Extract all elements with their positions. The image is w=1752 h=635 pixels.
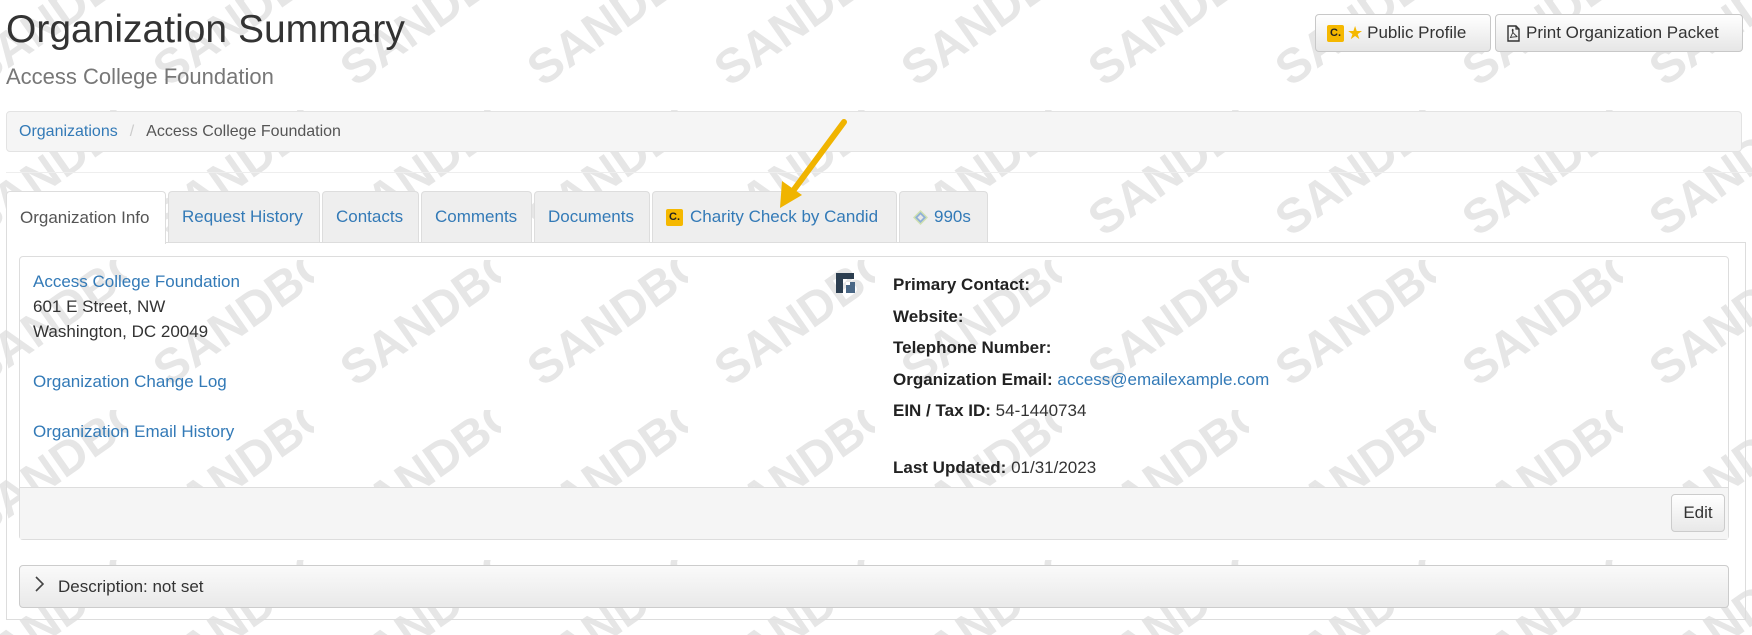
diamond-grid-icon xyxy=(913,209,928,225)
public-profile-label: Public Profile xyxy=(1367,23,1467,42)
foundation-logo-icon xyxy=(835,272,857,299)
print-packet-label: Print Organization Packet xyxy=(1526,23,1719,42)
organization-email-history-link[interactable]: Organization Email History xyxy=(33,419,240,444)
page-subtitle: Access College Foundation xyxy=(6,64,274,89)
last-updated-value: 01/31/2023 xyxy=(1011,457,1097,477)
description-label: Description: not set xyxy=(58,576,204,596)
card-footer: Edit xyxy=(20,487,1728,539)
address-line-1: 601 E Street, NW xyxy=(33,297,166,316)
organization-details: Primary Contact: Website: Telephone Numb… xyxy=(893,269,1269,483)
tab-organization-info[interactable]: Organization Info xyxy=(6,191,166,244)
tab-comments[interactable]: Comments xyxy=(421,191,532,242)
pdf-file-icon xyxy=(1507,24,1520,42)
organization-email-link[interactable]: access@emailexample.com xyxy=(1057,370,1269,389)
organization-change-log-link[interactable]: Organization Change Log xyxy=(33,369,240,394)
breadcrumb-organizations-link[interactable]: Organizations xyxy=(19,123,118,141)
organization-email-label: Organization Email: xyxy=(893,369,1053,389)
organization-address-block: Access College Foundation 601 E Street, … xyxy=(33,269,240,444)
last-updated-label: Last Updated: xyxy=(893,457,1007,477)
tab-label: 990s xyxy=(934,207,971,226)
description-accordion[interactable]: Description: not set xyxy=(19,565,1729,608)
tab-label: Comments xyxy=(435,207,518,226)
tab-documents[interactable]: Documents xyxy=(534,191,650,242)
breadcrumb: Organizations / Access College Foundatio… xyxy=(6,111,1742,152)
tab-990s[interactable]: 990s xyxy=(899,191,988,242)
chevron-right-icon xyxy=(34,576,52,597)
tab-request-history[interactable]: Request History xyxy=(168,191,320,242)
ein-label: EIN / Tax ID: xyxy=(893,401,991,420)
primary-contact-label: Primary Contact: xyxy=(893,275,1030,294)
candid-logo-icon: C. xyxy=(1327,24,1344,42)
divider xyxy=(6,172,1752,173)
tab-label: Charity Check by Candid xyxy=(690,207,879,226)
tab-label: Contacts xyxy=(336,207,404,226)
breadcrumb-current: Access College Foundation xyxy=(146,122,341,140)
organization-info-card: Access College Foundation 601 E Street, … xyxy=(19,256,1729,540)
print-organization-packet-button[interactable]: Print Organization Packet xyxy=(1495,14,1743,52)
tab-label: Request History xyxy=(182,207,303,226)
candid-logo-icon: C. xyxy=(666,208,683,226)
tab-label: Organization Info xyxy=(20,208,150,227)
breadcrumb-separator: / xyxy=(129,122,135,140)
tab-label: Documents xyxy=(548,207,634,226)
star-icon: ★ xyxy=(1347,22,1364,43)
tab-contacts[interactable]: Contacts xyxy=(322,191,419,242)
website-label: Website: xyxy=(893,306,964,326)
page-title: Organization Summary xyxy=(6,8,405,51)
address-line-2: Washington, DC 20049 xyxy=(33,322,209,341)
organization-name-link[interactable]: Access College Foundation xyxy=(33,269,240,294)
ein-value: 54-1440734 xyxy=(995,401,1087,420)
public-profile-button[interactable]: C. ★ Public Profile xyxy=(1315,14,1491,52)
telephone-label: Telephone Number: xyxy=(893,338,1052,357)
annotation-arrow-icon xyxy=(780,119,847,208)
edit-button[interactable]: Edit xyxy=(1671,494,1725,532)
